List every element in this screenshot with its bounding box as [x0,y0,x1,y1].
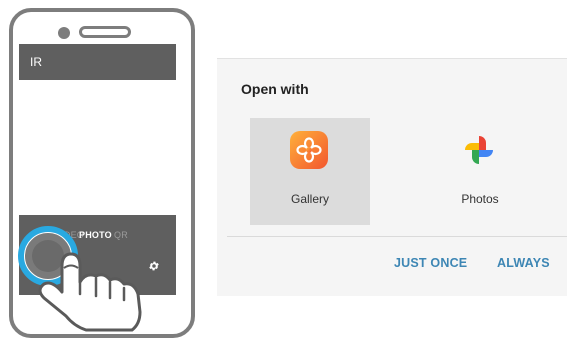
mode-qr[interactable]: QR [114,230,128,240]
dialog-divider [227,236,567,237]
app-option-gallery[interactable]: Gallery [250,118,370,225]
dialog-title: Open with [241,81,309,97]
speaker-grille [79,26,131,38]
app-label-photos: Photos [461,192,499,206]
app-option-photos[interactable]: Photos [420,118,540,225]
mode-photo[interactable]: PHOTO [79,230,112,240]
gear-icon[interactable] [148,260,160,272]
camera-app-screen: IR VIDEO PHOTO QR [19,44,176,295]
camera-viewfinder [19,80,176,215]
always-button[interactable]: ALWAYS [497,256,550,270]
gallery-flower-icon [290,131,328,169]
open-with-dialog: Open with Gallery Photos JUST ONCE ALWAY… [217,58,567,296]
photos-pinwheel-icon [465,136,493,164]
app-label-gallery: Gallery [290,192,329,206]
camera-mode-selector: VIDEO PHOTO QR [19,227,176,243]
screen-title: IR [30,55,42,69]
just-once-button[interactable]: JUST ONCE [394,256,467,270]
dialog-top-border [217,58,567,59]
front-camera [58,27,70,39]
